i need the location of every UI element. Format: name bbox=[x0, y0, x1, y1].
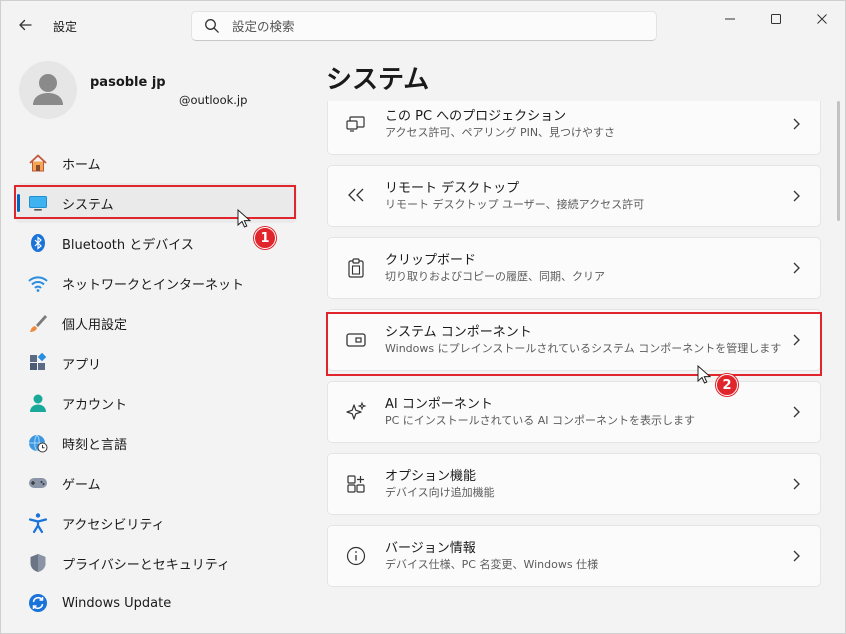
card-title: オプション機能 bbox=[385, 468, 477, 484]
sidebar-item-label: アクセシビリティ bbox=[62, 517, 165, 533]
bluetooth-icon bbox=[27, 232, 49, 254]
clipboard-icon bbox=[345, 257, 367, 279]
gamepad-icon bbox=[27, 472, 49, 494]
apps-icon bbox=[27, 352, 49, 374]
sidebar-item-time-language[interactable]: 時刻と言語 bbox=[15, 423, 297, 463]
sidebar-item-gaming[interactable]: ゲーム bbox=[15, 463, 297, 503]
avatar[interactable] bbox=[19, 61, 77, 119]
sidebar-item-label: Windows Update bbox=[62, 595, 172, 611]
card-subtitle: PC にインストールされている AI コンポーネントを表示します bbox=[385, 413, 696, 427]
sidebar-item-label: 個人用設定 bbox=[62, 317, 128, 333]
account-icon bbox=[27, 392, 49, 414]
remote-desktop-icon bbox=[345, 185, 367, 207]
app-title: 設定 bbox=[53, 20, 78, 34]
minimize-icon bbox=[725, 18, 735, 20]
user-name: pasoble jp bbox=[90, 75, 166, 90]
card-subtitle: デバイス向け追加機能 bbox=[385, 485, 495, 499]
chevron-right-icon bbox=[790, 548, 802, 564]
chevron-right-icon bbox=[790, 476, 802, 492]
optional-features-icon bbox=[345, 473, 367, 495]
brush-icon bbox=[27, 312, 49, 334]
maximize-button[interactable] bbox=[753, 5, 799, 33]
sidebar-item-label: Bluetooth とデバイス bbox=[62, 237, 194, 253]
back-button[interactable] bbox=[13, 13, 37, 37]
card-title: AI コンポーネント bbox=[385, 396, 493, 412]
sidebar-item-accounts[interactable]: アカウント bbox=[15, 383, 297, 423]
card-clipboard[interactable]: クリップボード 切り取りおよびコピーの履歴、同期、クリア bbox=[327, 237, 821, 299]
chevron-right-icon bbox=[790, 260, 802, 276]
card-title: クリップボード bbox=[385, 252, 477, 268]
mouse-cursor-icon bbox=[697, 365, 711, 384]
sidebar-item-privacy[interactable]: プライバシーとセキュリティ bbox=[15, 543, 297, 583]
card-title: リモート デスクトップ bbox=[385, 180, 520, 196]
sidebar-item-label: ホーム bbox=[62, 157, 101, 173]
sidebar-item-accessibility[interactable]: アクセシビリティ bbox=[15, 503, 297, 543]
step-badge-1: 1 bbox=[254, 227, 276, 249]
wifi-icon bbox=[27, 272, 49, 294]
update-icon bbox=[27, 592, 49, 614]
shield-icon bbox=[27, 552, 49, 574]
sidebar-item-apps[interactable]: アプリ bbox=[15, 343, 297, 383]
close-button[interactable] bbox=[799, 5, 845, 33]
projection-icon bbox=[345, 113, 367, 135]
card-ai-components[interactable]: AI コンポーネント PC にインストールされている AI コンポーネントを表示… bbox=[327, 381, 821, 443]
card-subtitle: 切り取りおよびコピーの履歴、同期、クリア bbox=[385, 269, 605, 283]
card-optional-features[interactable]: オプション機能 デバイス向け追加機能 bbox=[327, 453, 821, 515]
info-icon bbox=[345, 545, 367, 567]
home-icon bbox=[27, 152, 49, 174]
card-title: バージョン情報 bbox=[385, 540, 476, 556]
sidebar-item-label: 時刻と言語 bbox=[62, 437, 128, 453]
sidebar-item-label: ネットワークとインターネット bbox=[62, 277, 245, 293]
step-badge-2: 2 bbox=[716, 374, 738, 396]
card-title: この PC へのプロジェクション bbox=[385, 108, 567, 124]
accessibility-icon bbox=[27, 512, 49, 534]
sidebar-item-label: ゲーム bbox=[62, 477, 101, 493]
mouse-cursor-icon bbox=[237, 209, 251, 228]
settings-window: 設定 pasoble jp @outlook.jp ホーム bbox=[0, 0, 846, 634]
card-projection[interactable]: この PC へのプロジェクション アクセス許可、ペアリング PIN、見つけやすさ bbox=[327, 101, 821, 155]
chevron-right-icon bbox=[790, 404, 802, 420]
highlight-box-system-components bbox=[326, 312, 822, 376]
sidebar-item-personalization[interactable]: 個人用設定 bbox=[15, 303, 297, 343]
highlight-box-system bbox=[14, 185, 296, 219]
sidebar-item-network[interactable]: ネットワークとインターネット bbox=[15, 263, 297, 303]
back-arrow-icon bbox=[19, 19, 32, 31]
globe-clock-icon bbox=[27, 432, 49, 454]
minimize-button[interactable] bbox=[707, 5, 753, 33]
close-icon bbox=[817, 14, 827, 24]
page-title: システム bbox=[326, 65, 430, 95]
sidebar-item-label: プライバシーとセキュリティ bbox=[62, 557, 230, 573]
sparkle-icon bbox=[345, 401, 367, 423]
card-about[interactable]: バージョン情報 デバイス仕様、PC 名変更、Windows 仕様 bbox=[327, 525, 821, 587]
user-email: @outlook.jp bbox=[179, 93, 248, 107]
title-bar: 設定 bbox=[1, 1, 845, 49]
sidebar-item-home[interactable]: ホーム bbox=[15, 143, 297, 183]
chevron-right-icon bbox=[790, 188, 802, 204]
maximize-icon bbox=[771, 14, 781, 24]
card-remote-desktop[interactable]: リモート デスクトップ リモート デスクトップ ユーザー、接続アクセス許可 bbox=[327, 165, 821, 227]
sidebar-item-label: アプリ bbox=[62, 357, 102, 373]
card-subtitle: デバイス仕様、PC 名変更、Windows 仕様 bbox=[385, 557, 599, 571]
sidebar-item-label: アカウント bbox=[62, 397, 128, 413]
scrollbar[interactable] bbox=[837, 101, 840, 221]
chevron-right-icon bbox=[790, 116, 802, 132]
user-avatar-icon bbox=[33, 74, 63, 105]
card-subtitle: リモート デスクトップ ユーザー、接続アクセス許可 bbox=[385, 197, 645, 211]
search-icon bbox=[205, 19, 219, 33]
card-subtitle: アクセス許可、ペアリング PIN、見つけやすさ bbox=[385, 125, 616, 139]
sidebar-item-windows-update[interactable]: Windows Update bbox=[15, 583, 297, 623]
search-input[interactable] bbox=[232, 18, 632, 34]
search-box[interactable] bbox=[191, 11, 657, 41]
